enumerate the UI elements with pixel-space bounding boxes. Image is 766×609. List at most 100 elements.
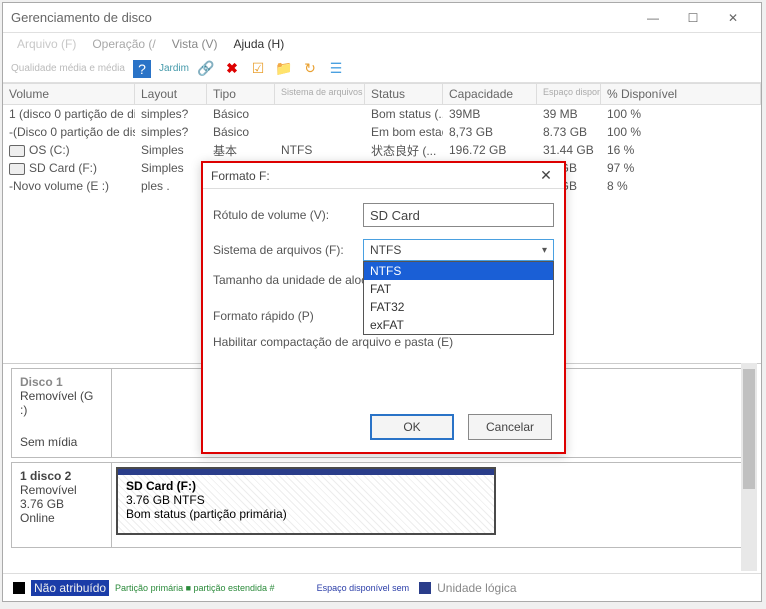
legend-logical-icon <box>419 582 431 594</box>
partition-title: SD Card (F:) <box>126 479 486 493</box>
partition-topbar <box>118 469 494 475</box>
dialog-body: Rótulo de volume (V): Sistema de arquivo… <box>203 189 564 371</box>
menu-help[interactable]: Ajuda (H) <box>228 35 291 53</box>
scrollbar-thumb[interactable] <box>743 369 755 489</box>
cancel-button[interactable]: Cancelar <box>468 414 552 440</box>
table-row[interactable]: -(Disco 0 partição de disco 2)simples?Bá… <box>3 123 761 141</box>
col-espaco[interactable]: Espaço disponível <box>537 84 601 104</box>
help-icon[interactable]: ? <box>133 60 151 78</box>
table-row[interactable]: OS (C:)Simples基本NTFS状态良好 (...196.72 GB31… <box>3 141 761 159</box>
format-dialog: Formato F: ✕ Rótulo de volume (V): Siste… <box>201 161 566 454</box>
col-capacidade[interactable]: Capacidade <box>443 84 537 104</box>
toolbar-quality-label: Qualidade média e média <box>11 63 125 74</box>
disk-label-area: 1 disco 2 Removível 3.76 GB Online <box>12 463 112 547</box>
disk-body: SD Card (F:) 3.76 GB NTFS Bom status (pa… <box>112 463 752 547</box>
cell-cap: 8,73 GB <box>443 124 537 140</box>
disk-size: 3.76 GB <box>20 497 103 511</box>
partition-box[interactable]: SD Card (F:) 3.76 GB NTFS Bom status (pa… <box>116 467 496 535</box>
label-compress[interactable]: Habilitar compactação de arquivo e pasta… <box>213 335 453 349</box>
menu-action[interactable]: Operação (/ <box>86 35 161 53</box>
fs-option[interactable]: NTFS <box>364 262 553 280</box>
maximize-button[interactable]: ☐ <box>673 4 713 32</box>
ok-button[interactable]: OK <box>370 414 454 440</box>
disk-label-area: Disco 1 Removível (G :) Sem mídia <box>12 369 112 457</box>
col-sistema[interactable]: Sistema de arquivos <box>275 84 365 104</box>
col-volume[interactable]: Volume <box>3 84 135 104</box>
col-pct[interactable]: % Disponível <box>601 84 761 104</box>
filesystem-selected[interactable]: NTFS ▾ <box>363 239 554 261</box>
label-filesystem: Sistema de arquivos (F): <box>213 243 363 257</box>
volume-label-input[interactable] <box>363 203 554 227</box>
disk-state: Sem mídia <box>20 435 103 449</box>
cell-sistema: NTFS <box>275 142 365 158</box>
window-title: Gerenciamento de disco <box>11 10 633 25</box>
col-layout[interactable]: Layout <box>135 84 207 104</box>
legend-unalloc-icon <box>13 582 25 594</box>
filesystem-combo[interactable]: NTFS ▾ NTFSFATFAT32exFAT <box>363 239 554 261</box>
cell-pct: 97 % <box>601 160 701 176</box>
list-icon[interactable]: ☰ <box>327 60 345 78</box>
titlebar: Gerenciamento de disco — ☐ ✕ <box>3 3 761 33</box>
cell-tipo: Básico <box>207 124 275 140</box>
dialog-title: Formato F: <box>211 169 536 183</box>
cell-layout: Simples <box>135 142 207 158</box>
dialog-titlebar: Formato F: ✕ <box>203 163 564 189</box>
cell-cap: 39MB <box>443 106 537 122</box>
minimize-button[interactable]: — <box>633 4 673 32</box>
partition-line3: Bom status (partição primária) <box>126 507 486 521</box>
toolbar-jardim-label[interactable]: Jardim <box>159 63 189 74</box>
cell-status: Em bom estado (... <box>365 124 443 140</box>
label-quick-format[interactable]: Formato rápido (P) <box>213 309 314 323</box>
cell-tipo: 基本 <box>207 141 275 160</box>
cell-free: 31.44 GB <box>537 142 601 158</box>
folder-icon[interactable]: 📁 <box>275 60 293 78</box>
cell-status: Bom status (... <box>365 106 443 122</box>
disk-name: 1 disco 2 <box>20 469 103 483</box>
cell-layout: ples . <box>135 178 207 194</box>
chevron-down-icon: ▾ <box>542 245 547 256</box>
close-button[interactable]: ✕ <box>713 4 753 32</box>
filesystem-value: NTFS <box>370 243 401 257</box>
disk-row[interactable]: 1 disco 2 Removível 3.76 GB Online SD Ca… <box>11 462 753 548</box>
menu-view[interactable]: Vista (V) <box>166 35 224 53</box>
cell-tipo: Básico <box>207 106 275 122</box>
link-icon[interactable]: 🔗 <box>197 60 215 78</box>
col-tipo[interactable]: Tipo <box>207 84 275 104</box>
disk-name: Disco 1 <box>20 375 103 389</box>
drive-icon <box>9 145 25 157</box>
check-icon[interactable]: ☑ <box>249 60 267 78</box>
legend-primary: Partição primária ■ partição estendida # <box>115 583 275 593</box>
delete-icon[interactable]: ✖ <box>223 60 241 78</box>
cell-pct: 100 % <box>601 124 701 140</box>
refresh-icon[interactable]: ↻ <box>301 60 319 78</box>
cell-sistema <box>275 113 365 115</box>
cell-pct: 100 % <box>601 106 701 122</box>
filesystem-dropdown[interactable]: NTFSFATFAT32exFAT <box>363 261 554 335</box>
label-volume: Rótulo de volume (V): <box>213 208 363 222</box>
cell-free: 39 MB <box>537 106 601 122</box>
menubar: Arquivo (F) Operação (/ Vista (V) Ajuda … <box>3 33 761 55</box>
cell-sistema <box>275 131 365 133</box>
legend-free: Espaço disponível sem <box>317 583 410 593</box>
col-status[interactable]: Status <box>365 84 443 104</box>
cell-pct: 16 % <box>601 142 701 158</box>
cell-volume: SD Card (F:) <box>3 160 135 176</box>
cell-layout: Simples <box>135 160 207 176</box>
cell-status: 状态良好 (... <box>365 141 443 160</box>
disk-management-window: Gerenciamento de disco — ☐ ✕ Arquivo (F)… <box>2 2 762 602</box>
cell-pct: 8 % <box>601 178 701 194</box>
cell-layout: simples? <box>135 124 207 140</box>
fs-option[interactable]: FAT <box>364 280 553 298</box>
vertical-scrollbar[interactable] <box>741 363 757 571</box>
partition-line2: 3.76 GB NTFS <box>126 493 486 507</box>
cell-volume: OS (C:) <box>3 142 135 158</box>
table-row[interactable]: 1 (disco 0 partição de disco 1)simples?B… <box>3 105 761 123</box>
legend-logical: Unidade lógica <box>437 581 516 595</box>
fs-option[interactable]: FAT32 <box>364 298 553 316</box>
disk-online: Online <box>20 511 103 525</box>
dialog-close-button[interactable]: ✕ <box>536 167 556 184</box>
menu-file[interactable]: Arquivo (F) <box>11 35 82 53</box>
legend: Não atribuído Partição primária ■ partiç… <box>3 573 761 601</box>
volume-grid-header: Volume Layout Tipo Sistema de arquivos S… <box>3 83 761 105</box>
fs-option[interactable]: exFAT <box>364 316 553 334</box>
